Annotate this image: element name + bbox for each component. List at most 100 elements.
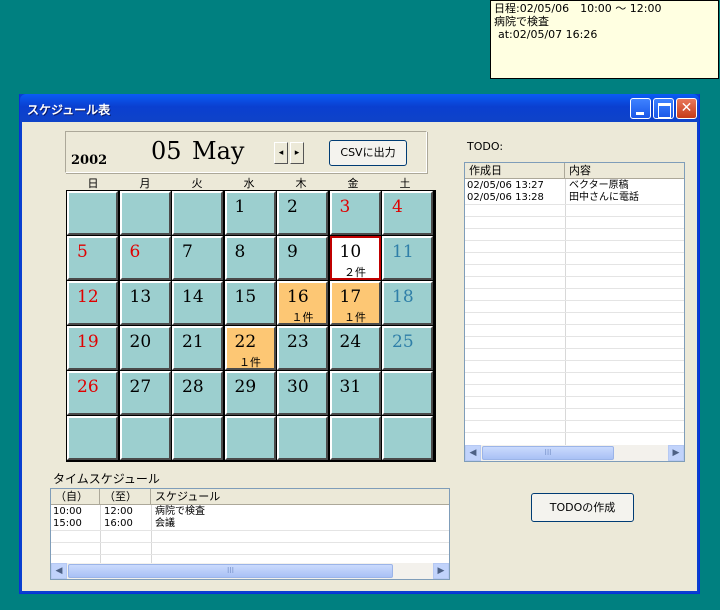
calendar-day-empty[interactable] <box>119 416 171 460</box>
title-bar[interactable]: スケジュール表 ✕ <box>20 94 699 122</box>
scroll-thumb[interactable]: III <box>68 564 393 578</box>
time-schedule-hscrollbar[interactable]: ◀ III ▶ <box>51 563 449 579</box>
calendar-day-31[interactable]: 31 <box>329 371 381 415</box>
calendar-day-11[interactable]: 11 <box>382 236 433 280</box>
time-schedule-label: タイムスケジュール <box>53 472 160 486</box>
table-row[interactable]: 02/05/06 13:28 田中さんに電話 <box>465 192 684 204</box>
calendar-day-22[interactable]: 22 １件 <box>224 326 276 370</box>
scroll-right-button[interactable]: ▶ <box>433 563 449 579</box>
event-count: １件 <box>291 311 314 324</box>
day-number: 12 <box>77 287 99 307</box>
calendar-day-17[interactable]: 17 １件 <box>329 281 381 325</box>
calendar-day-7[interactable]: 7 <box>172 236 223 280</box>
weekday-tue: 火 <box>191 177 203 190</box>
calendar-day-4[interactable]: 4 <box>382 191 433 235</box>
day-number: 7 <box>182 242 193 262</box>
calendar-day-16[interactable]: 16 １件 <box>277 281 328 325</box>
weekday-wed: 水 <box>243 177 255 190</box>
calendar-day-13[interactable]: 13 <box>119 281 171 325</box>
table-row[interactable]: 02/05/06 13:27 ベクター原稿 <box>465 180 684 192</box>
calendar-day-empty[interactable] <box>224 416 276 460</box>
day-number: 28 <box>182 377 204 397</box>
calendar-day-29[interactable]: 29 <box>224 371 276 415</box>
day-number: 27 <box>129 377 152 397</box>
calendar-day-26[interactable]: 26 <box>67 371 118 415</box>
calendar-day-empty[interactable] <box>172 191 223 235</box>
scroll-right-button[interactable]: ▶ <box>668 445 684 461</box>
day-number: 10 <box>339 242 362 262</box>
calendar-day-23[interactable]: 23 <box>277 326 328 370</box>
event-count: １件 <box>344 311 366 324</box>
calendar-day-empty[interactable] <box>329 416 381 460</box>
calendar-day-2[interactable]: 2 <box>277 191 328 235</box>
calendar-day-10[interactable]: 10 ２件 <box>329 236 381 280</box>
day-number: 18 <box>392 287 414 307</box>
calendar-day-empty[interactable] <box>119 191 171 235</box>
day-number: 9 <box>287 242 298 262</box>
calendar-day-14[interactable]: 14 <box>172 281 223 325</box>
calendar-day-24[interactable]: 24 <box>329 326 381 370</box>
day-number: 3 <box>339 197 351 217</box>
calendar-day-20[interactable]: 20 <box>119 326 171 370</box>
calendar-day-6[interactable]: 6 <box>119 236 171 280</box>
todo-text: 田中さんに電話 <box>569 192 639 203</box>
todo-hscrollbar[interactable]: ◀ III ▶ <box>465 445 684 461</box>
calendar-day-21[interactable]: 21 <box>172 326 223 370</box>
next-month-button[interactable]: ▸ <box>290 142 304 164</box>
table-row[interactable]: 15:00 16:00 会議 <box>51 518 449 530</box>
calendar-day-empty[interactable] <box>277 416 328 460</box>
event-count: １件 <box>239 356 261 369</box>
row-text: 会議 <box>155 518 175 529</box>
month-header: 2002 05 May ◂ ▸ CSVに出力 <box>65 131 427 173</box>
arrow-right-icon: ▶ <box>437 566 445 576</box>
weekday-mon: 月 <box>139 177 151 190</box>
day-number: 25 <box>392 332 414 352</box>
calendar-day-5[interactable]: 5 <box>67 236 118 280</box>
calendar-day-25[interactable]: 25 <box>382 326 433 370</box>
prev-month-button[interactable]: ◂ <box>274 142 288 164</box>
column-from[interactable]: （自） <box>51 489 100 505</box>
scroll-left-button[interactable]: ◀ <box>51 563 67 579</box>
column-schedule[interactable]: スケジュール <box>151 489 449 505</box>
calendar-day-18[interactable]: 18 <box>382 281 433 325</box>
day-number: 16 <box>287 287 309 307</box>
minimize-button[interactable] <box>630 98 651 119</box>
time-schedule-list[interactable]: （自） （至） スケジュール 10:00 12:00 病院で検査 15:00 1… <box>50 488 450 580</box>
chevron-left-icon: ◂ <box>278 148 284 158</box>
calendar-day-empty[interactable] <box>382 416 433 460</box>
day-number: 13 <box>129 287 152 307</box>
create-todo-button[interactable]: TODOの作成 <box>531 493 634 522</box>
note-alarm-line: at:02/05/07 16:26 <box>498 28 598 41</box>
calendar-day-15[interactable]: 15 <box>224 281 276 325</box>
day-number: 14 <box>182 287 204 307</box>
column-to[interactable]: （至） <box>100 489 151 505</box>
row-to: 16:00 <box>104 518 133 529</box>
table-row[interactable]: 10:00 12:00 病院で検査 <box>51 506 449 518</box>
calendar-day-27[interactable]: 27 <box>119 371 171 415</box>
calendar-day-30[interactable]: 30 <box>277 371 328 415</box>
calendar-day-28[interactable]: 28 <box>172 371 223 415</box>
calendar-day-9[interactable]: 9 <box>277 236 328 280</box>
calendar-day-3[interactable]: 3 <box>329 191 381 235</box>
calendar-day-12[interactable]: 12 <box>67 281 118 325</box>
day-number: 5 <box>77 242 88 262</box>
column-created[interactable]: 作成日 <box>465 163 565 179</box>
todo-list[interactable]: 作成日 内容 02/05/06 13:27 ベクター原稿 02/05/06 13… <box>464 162 685 462</box>
csv-export-button[interactable]: CSVに出力 <box>329 140 407 166</box>
calendar-day-empty[interactable] <box>67 416 118 460</box>
calendar-day-empty[interactable] <box>382 371 433 415</box>
calendar-day-empty[interactable] <box>172 416 223 460</box>
maximize-button[interactable] <box>653 98 674 119</box>
calendar-day-empty[interactable] <box>67 191 118 235</box>
calendar-day-1[interactable]: 1 <box>224 191 276 235</box>
scroll-left-button[interactable]: ◀ <box>465 445 481 461</box>
close-button[interactable]: ✕ <box>676 98 697 119</box>
row-from: 15:00 <box>53 518 82 529</box>
calendar-day-8[interactable]: 8 <box>224 236 276 280</box>
arrow-left-icon: ◀ <box>55 566 63 576</box>
weekday-fri: 金 <box>347 177 359 190</box>
calendar-day-19[interactable]: 19 <box>67 326 118 370</box>
column-content[interactable]: 内容 <box>565 163 684 179</box>
scroll-thumb[interactable]: III <box>482 446 614 460</box>
day-number: 22 <box>234 332 257 352</box>
